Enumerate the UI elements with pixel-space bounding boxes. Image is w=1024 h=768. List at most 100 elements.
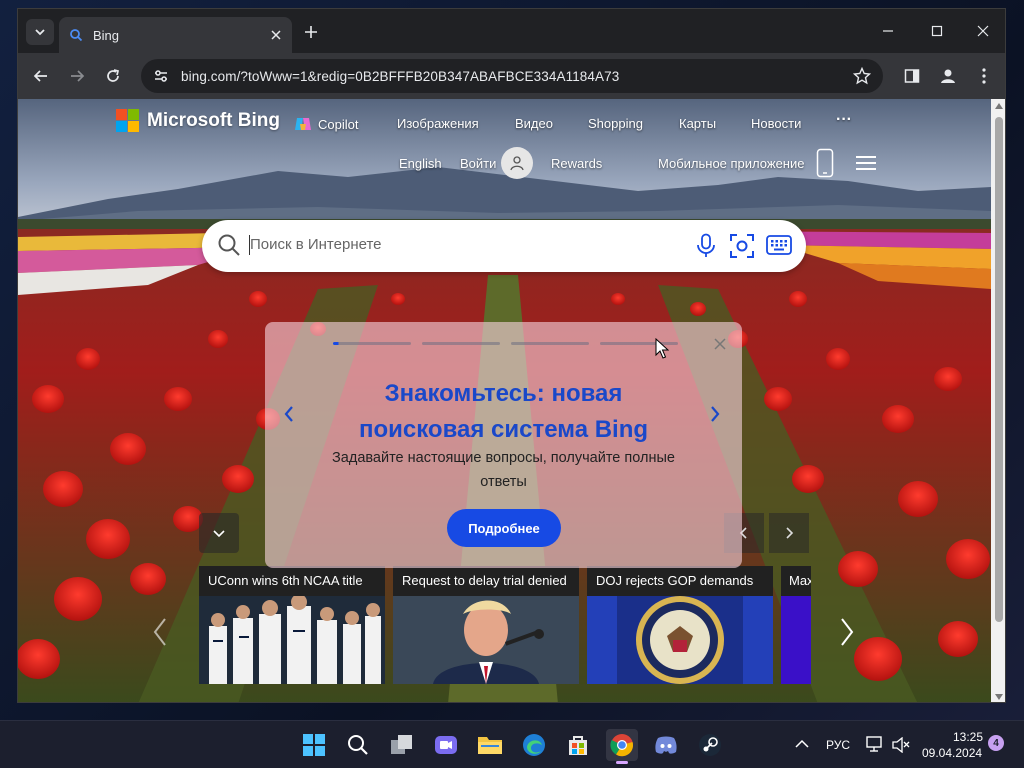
windows-start-icon (303, 734, 325, 756)
carousel-dot[interactable] (333, 342, 411, 345)
maximize-button[interactable] (917, 17, 957, 45)
bookmark-star-icon[interactable] (853, 67, 871, 85)
network-icon[interactable] (866, 736, 884, 752)
signin-link[interactable]: Войти (460, 156, 496, 171)
nav-copilot[interactable]: Copilot (294, 116, 358, 132)
promo-title-line2: поисковая система Bing (358, 416, 649, 443)
search-input[interactable]: Поиск в Интернете (250, 236, 382, 253)
address-bar[interactable]: bing.com/?toWww=1&redig=0B2BFFFB20B347AB… (141, 59, 883, 93)
nav-shopping[interactable]: Shopping (588, 116, 643, 131)
search-box[interactable]: Поиск в Интернете (202, 220, 806, 272)
nav-news[interactable]: Новости (751, 116, 801, 131)
copilot-icon (295, 118, 311, 130)
news-card[interactable]: UConn wins 6th NCAA title (199, 566, 385, 684)
microphone-icon[interactable] (696, 233, 716, 259)
phone-icon[interactable] (816, 148, 834, 178)
nav-images[interactable]: Изображения (397, 116, 479, 131)
browser-menu-button[interactable] (972, 64, 996, 88)
chevron-right-icon (841, 618, 854, 646)
clock-time[interactable]: 13:25 (953, 730, 983, 744)
task-view-button[interactable] (386, 729, 418, 761)
nav-more[interactable]: ··· (836, 111, 852, 129)
discord-icon (655, 736, 677, 754)
news-card-image (587, 596, 773, 684)
page-scrollbar[interactable] (991, 99, 1005, 702)
forward-button[interactable] (65, 64, 89, 88)
file-explorer-button[interactable] (474, 729, 506, 761)
news-card-title: Request to delay trial denied (393, 566, 579, 596)
tab-strip: Bing (18, 9, 1005, 53)
taskbar-search-button[interactable] (342, 729, 374, 761)
scroll-up-icon[interactable] (995, 103, 1003, 109)
video-call-icon (435, 736, 457, 754)
hamburger-menu-icon[interactable] (856, 156, 876, 170)
nav-maps[interactable]: Карты (679, 116, 716, 131)
feed-collapse-button[interactable] (199, 513, 239, 553)
rewards-link[interactable]: Rewards (551, 156, 602, 171)
chrome-button[interactable] (606, 729, 638, 764)
scroll-thumb[interactable] (995, 117, 1003, 622)
url-text[interactable]: bing.com/?toWww=1&redig=0B2BFFFB20B347AB… (181, 69, 619, 84)
notification-badge[interactable]: 4 (988, 735, 1004, 751)
minimize-button[interactable] (868, 17, 908, 45)
learn-more-button[interactable]: Подробнее (447, 509, 561, 547)
clock-date[interactable]: 09.04.2024 (922, 746, 982, 760)
back-arrow-icon (33, 70, 47, 82)
windows-taskbar: РУС 13:25 09.04.2024 (0, 720, 1024, 768)
avatar[interactable] (501, 147, 533, 179)
minimize-icon (883, 30, 893, 32)
background-prev-button[interactable] (148, 614, 172, 650)
background-next-button[interactable] (835, 614, 859, 650)
carousel-dot[interactable] (422, 342, 500, 345)
bing-search-favicon-icon (70, 29, 83, 42)
mobile-app-link[interactable]: Мобильное приложение (658, 156, 804, 171)
nav-copilot-label: Copilot (318, 116, 359, 132)
reload-button[interactable] (101, 64, 125, 88)
start-button[interactable] (298, 729, 330, 761)
news-card[interactable]: Max (781, 566, 811, 684)
news-card[interactable]: Request to delay trial denied (393, 566, 579, 684)
close-window-button[interactable] (963, 17, 1003, 45)
carousel-dot[interactable] (511, 342, 589, 345)
promo-subtitle: Задавайте настоящие вопросы, получайте п… (332, 450, 675, 490)
news-card-image (781, 596, 811, 684)
scroll-down-icon[interactable] (995, 694, 1003, 700)
side-panel-button[interactable] (900, 64, 924, 88)
store-icon (569, 736, 587, 755)
show-hidden-icons-chevron-up-icon[interactable] (795, 739, 809, 749)
feed-next-button[interactable] (769, 513, 809, 553)
promo-dialog: Знакомьтесь: новая поисковая система Bin… (265, 322, 742, 568)
steam-button[interactable] (694, 729, 726, 761)
new-tab-button[interactable] (300, 21, 322, 43)
news-card[interactable]: DOJ rejects GOP demands (587, 566, 773, 684)
microsoft-logo-icon (116, 109, 139, 132)
close-tab-icon[interactable] (270, 29, 282, 41)
tab-title: Bing (93, 27, 120, 43)
store-button[interactable] (562, 729, 594, 761)
chrome-icon (610, 734, 634, 757)
discord-button[interactable] (650, 729, 682, 761)
chevron-down-icon (35, 29, 45, 36)
tab-search-button[interactable] (26, 19, 54, 45)
input-language-indicator[interactable]: РУС (826, 738, 850, 752)
plus-icon (305, 26, 317, 38)
profile-button[interactable] (936, 64, 960, 88)
visual-search-icon[interactable] (729, 233, 755, 259)
back-button[interactable] (29, 64, 53, 88)
edge-button[interactable] (518, 729, 550, 761)
close-icon[interactable] (712, 336, 728, 352)
mouse-cursor-icon (655, 338, 669, 359)
nav-video[interactable]: Видео (515, 116, 553, 131)
volume-muted-icon[interactable] (892, 737, 910, 753)
steam-icon (699, 734, 721, 756)
user-icon (510, 156, 524, 171)
site-settings-icon[interactable] (153, 68, 169, 84)
chevron-left-icon (153, 618, 166, 646)
news-card-image (393, 596, 579, 684)
keyboard-icon[interactable] (766, 235, 792, 255)
meet-app-button[interactable] (430, 729, 462, 761)
bing-homepage: Microsoft Bing Copilot Изображения Видео… (18, 99, 991, 702)
microsoft-bing-logo[interactable]: Microsoft Bing (116, 109, 280, 132)
tab-bing[interactable]: Bing (59, 17, 292, 53)
language-link[interactable]: English (399, 156, 442, 171)
